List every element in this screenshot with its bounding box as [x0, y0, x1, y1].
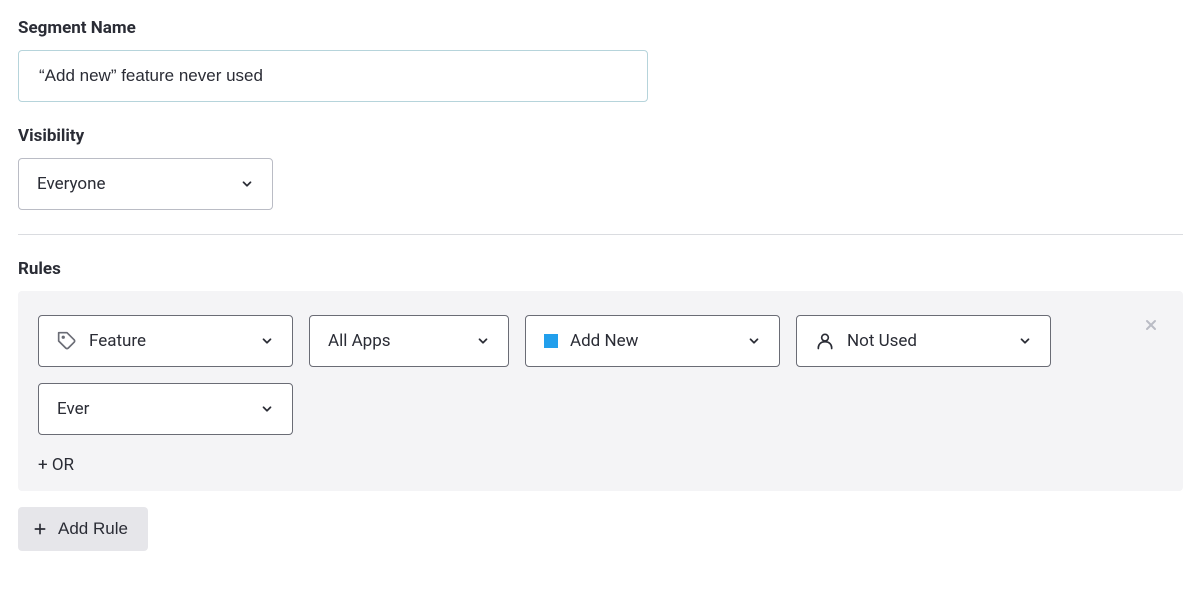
chevron-down-icon — [260, 334, 274, 348]
close-icon[interactable] — [1143, 317, 1159, 333]
visibility-label: Visibility — [18, 126, 1183, 146]
section-divider — [18, 234, 1183, 235]
segment-name-label: Segment Name — [18, 18, 1183, 38]
rule-condition-value: Not Used — [847, 331, 917, 351]
rule-app-select[interactable]: All Apps — [309, 315, 509, 367]
rule-row: Feature All Apps Add New — [38, 315, 1163, 435]
rule-time-select[interactable]: Ever — [38, 383, 293, 435]
feature-color-icon — [544, 334, 558, 348]
rule-time-value: Ever — [57, 399, 89, 419]
plus-icon — [32, 521, 48, 537]
add-rule-label: Add Rule — [58, 519, 128, 539]
visibility-value: Everyone — [37, 174, 106, 194]
add-rule-button[interactable]: Add Rule — [18, 507, 148, 551]
rule-feature-value: Add New — [570, 331, 638, 351]
visibility-select[interactable]: Everyone — [18, 158, 273, 210]
visibility-group: Visibility Everyone — [18, 126, 1183, 210]
rule-type-value: Feature — [89, 331, 146, 351]
rule-condition-select[interactable]: Not Used — [796, 315, 1051, 367]
chevron-down-icon — [476, 334, 490, 348]
rule-app-value: All Apps — [328, 331, 391, 351]
add-or-link[interactable]: + OR — [38, 455, 74, 475]
segment-name-input[interactable] — [18, 50, 648, 102]
tag-icon — [57, 331, 77, 351]
rule-feature-select[interactable]: Add New — [525, 315, 780, 367]
rules-group: Rules Feature All Apps — [18, 259, 1183, 551]
chevron-down-icon — [240, 177, 254, 191]
rules-card: Feature All Apps Add New — [18, 291, 1183, 491]
rules-label: Rules — [18, 259, 1183, 279]
segment-name-group: Segment Name — [18, 18, 1183, 102]
person-icon — [815, 331, 835, 351]
rule-type-select[interactable]: Feature — [38, 315, 293, 367]
chevron-down-icon — [260, 402, 274, 416]
chevron-down-icon — [747, 334, 761, 348]
chevron-down-icon — [1018, 334, 1032, 348]
